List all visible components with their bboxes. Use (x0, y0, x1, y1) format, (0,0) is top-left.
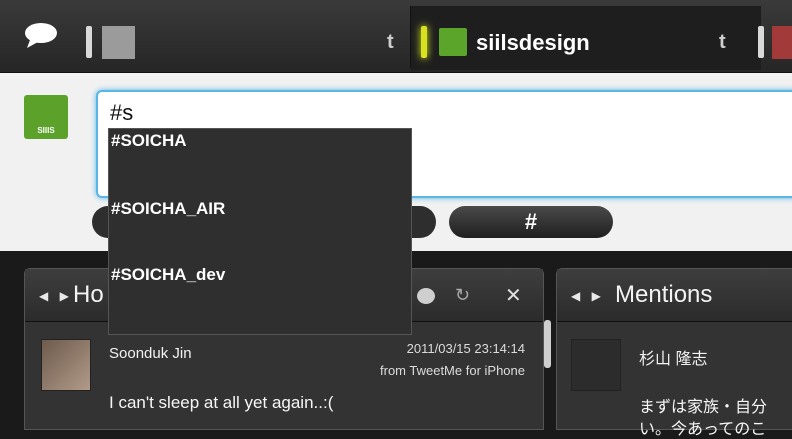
compose-avatar-label: SIIIS (37, 126, 55, 135)
panel-arrows[interactable]: ◀ ▶ (571, 289, 605, 303)
compose-avatar[interactable]: SIIIS (24, 95, 68, 139)
refresh-icon[interactable]: ↻ (455, 285, 470, 306)
close-icon[interactable]: ✕ (505, 283, 522, 308)
mentions-panel-header: ◀ ▶ Mentions (557, 269, 792, 322)
account-logo (439, 28, 467, 56)
mentions-panel: ◀ ▶ Mentions 杉山 隆志 まずは家族・自分 い。今あってのこ (556, 268, 792, 438)
top-bar: t siilsdesign t (0, 0, 792, 73)
avatar[interactable] (41, 339, 91, 391)
active-tab-indicator (421, 26, 427, 58)
hashtag-button[interactable]: # (449, 206, 613, 238)
profile-thumbnail[interactable] (102, 26, 135, 59)
tab-indicator (86, 26, 92, 58)
tweet-username[interactable]: 杉山 隆志 (639, 345, 707, 369)
tweet-source: from TweetMe for iPhone (380, 363, 525, 378)
evernote-icon[interactable] (415, 285, 437, 307)
chat-icon[interactable] (24, 22, 58, 48)
panel-arrows[interactable]: ◀ ▶ (39, 289, 73, 303)
autocomplete-item[interactable]: #SOICHA_dev (111, 265, 225, 285)
avatar[interactable] (571, 339, 621, 391)
scrollbar[interactable] (544, 320, 551, 368)
tweet-datetime: 2011/03/15 23:14:14 (406, 341, 525, 356)
autocomplete-item[interactable]: #SOICHA (111, 131, 187, 151)
tab-indicator (758, 26, 764, 58)
home-panel-title: Ho (73, 281, 104, 308)
mentions-panel-title: Mentions (615, 281, 713, 308)
tweet-text: まずは家族・自分 (639, 399, 768, 416)
autocomplete-item[interactable]: #SOICHA_AIR (111, 199, 225, 219)
tweet-input-text: #s (110, 100, 134, 125)
account-name[interactable]: siilsdesign (476, 30, 590, 56)
twitter-icon[interactable]: t (387, 32, 405, 52)
hashtag-autocomplete-dropdown: #SOICHA #SOICHA_AIR #SOICHA_dev (108, 128, 412, 335)
tweet-text-line2: い。今あってのこ (639, 421, 767, 438)
tweet-text: I can't sleep at all yet again..:( (109, 393, 334, 412)
tweet-username[interactable]: Soonduk Jin (109, 345, 192, 362)
profile-thumbnail[interactable] (772, 26, 792, 59)
twitter-icon[interactable]: t (719, 32, 737, 52)
